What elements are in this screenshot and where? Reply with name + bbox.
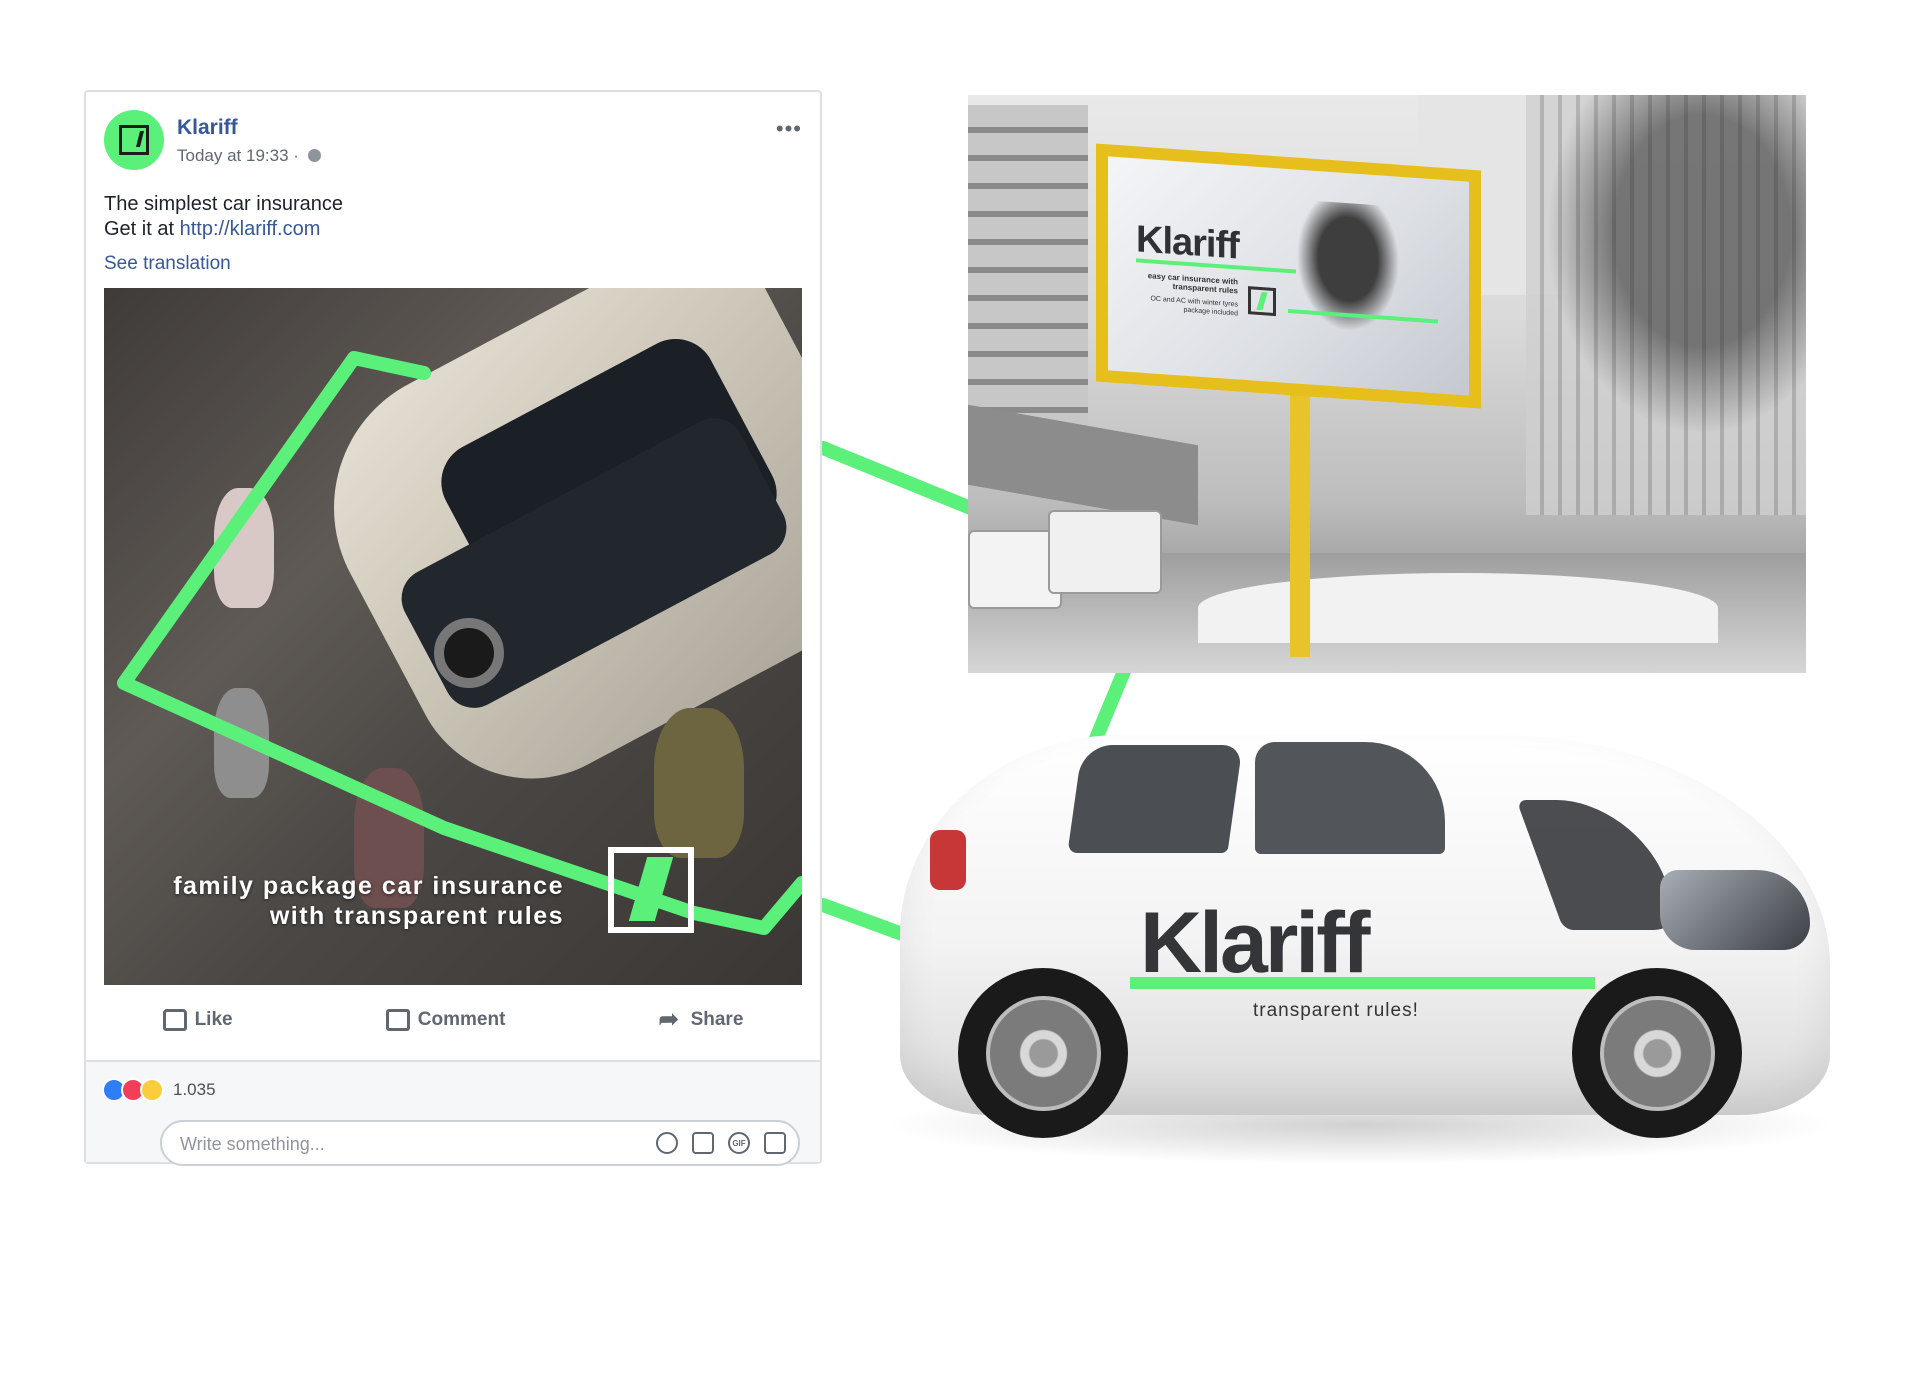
snowy-tree	[1546, 95, 1806, 435]
post-text-line2: Get it at http://klariff.com	[104, 217, 343, 242]
ad-check-logo-icon	[608, 847, 694, 933]
comment-label: Comment	[417, 1009, 506, 1030]
sticker-icon[interactable]	[764, 1132, 786, 1154]
timestamp-text: Today at 19:33 ·	[177, 146, 299, 165]
billboard-frame: Klariff easy car insurance with transpar…	[1096, 143, 1481, 409]
comment-placeholder: Write something...	[180, 1134, 325, 1154]
ad-caption-line2: with transparent rules	[269, 902, 564, 930]
emoji-icon[interactable]	[656, 1132, 678, 1154]
see-translation-link[interactable]: See translation	[104, 253, 231, 275]
camera-icon[interactable]	[692, 1132, 714, 1154]
car-logo: Klariff	[1140, 895, 1370, 991]
car-tail-light	[930, 830, 966, 890]
billboard-tagline: easy car insurance with transparent rule…	[1147, 271, 1238, 296]
comment-button[interactable]: Comment	[385, 1009, 506, 1031]
klariff-website-link[interactable]: http://klariff.com	[180, 218, 321, 240]
post-footer: 1.035 Write something... GIF	[86, 1060, 820, 1166]
car-rear-wheel	[958, 968, 1128, 1138]
billboard-face: Klariff easy car insurance with transpar…	[1108, 156, 1469, 396]
gif-icon[interactable]: GIF	[728, 1132, 750, 1154]
reaction-count: 1.035	[173, 1080, 216, 1099]
post-action-bar: Like Comment Share	[86, 992, 820, 1048]
billboard-photo: Klariff easy car insurance with transpar…	[968, 95, 1806, 673]
post-text-line1: The simplest car insurance	[104, 193, 343, 215]
man-shoveling-snow	[1288, 198, 1408, 348]
car-tagline: transparent rules!	[1253, 1000, 1419, 1021]
share-label: Share	[690, 1009, 744, 1030]
comment-bubble-icon	[385, 1009, 410, 1031]
page-name-link[interactable]: Klariff	[177, 116, 238, 140]
car-front-wheel	[1572, 968, 1742, 1138]
billboard-pole	[1290, 395, 1310, 657]
billboard-check-logo-icon	[1248, 286, 1276, 317]
share-button[interactable]: Share	[659, 1005, 744, 1034]
billboard-detail: OC and AC with winter tyres package incl…	[1150, 295, 1238, 318]
share-arrow-icon	[659, 1005, 683, 1034]
comment-input[interactable]: Write something... GIF	[160, 1120, 800, 1166]
parked-bus	[1048, 510, 1162, 594]
comment-input-icons: GIF	[656, 1132, 786, 1154]
globe-icon	[307, 149, 321, 162]
ad-caption: family package car insurance with transp…	[173, 871, 564, 931]
post-header: Klariff Today at 19:33 · •••	[104, 110, 802, 172]
thumbs-up-icon	[162, 1009, 187, 1031]
post-text-prefix: Get it at	[104, 218, 180, 240]
page-avatar[interactable]	[104, 110, 164, 170]
post-ad-image[interactable]: family package car insurance with transp…	[104, 288, 802, 985]
car-rear-window	[1067, 745, 1243, 853]
car-headlight	[1660, 870, 1810, 950]
snow-island	[1198, 573, 1718, 643]
ad-caption-line1: family package car insurance	[173, 872, 564, 900]
klariff-logo-icon	[119, 125, 149, 155]
more-options-icon[interactable]: •••	[776, 116, 802, 142]
reactions-summary[interactable]: 1.035	[102, 1078, 216, 1102]
wow-reaction-icon	[140, 1078, 164, 1102]
like-label: Like	[194, 1009, 233, 1030]
post-text: The simplest car insurance Get it at htt…	[104, 192, 343, 242]
like-button[interactable]: Like	[162, 1009, 233, 1031]
facebook-post-card: Klariff Today at 19:33 · ••• The simples…	[84, 90, 822, 1166]
post-timestamp[interactable]: Today at 19:33 ·	[177, 146, 321, 166]
